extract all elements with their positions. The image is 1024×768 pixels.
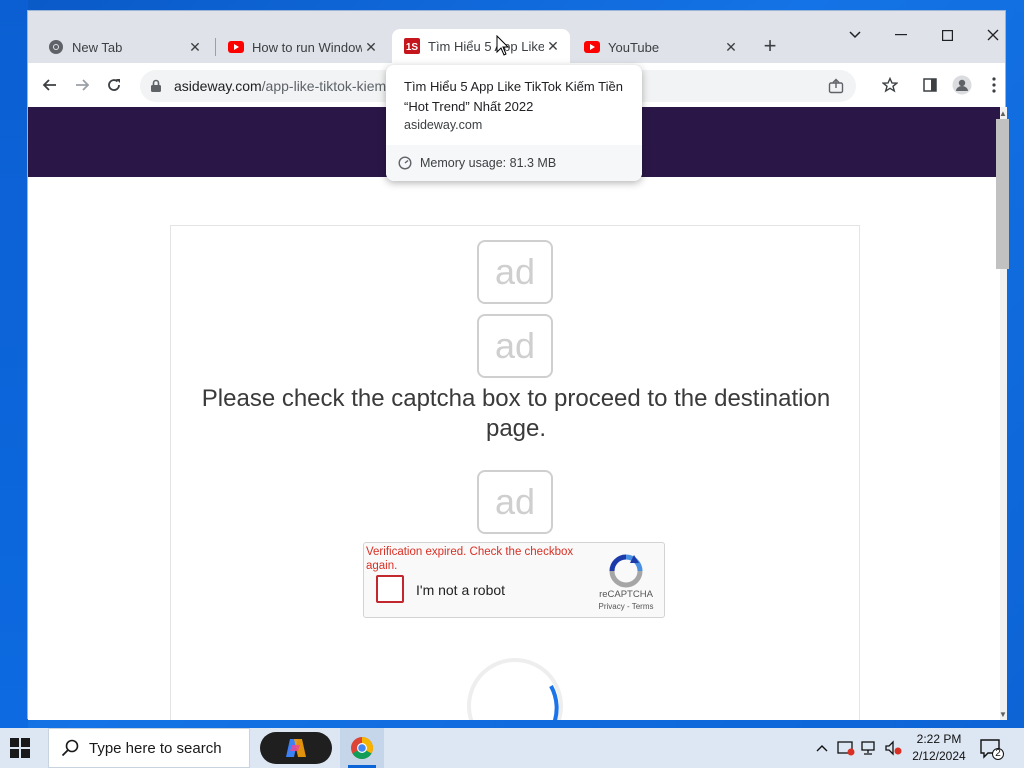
tab-search-button[interactable] bbox=[832, 23, 878, 47]
scroll-up-arrow-icon[interactable]: ▲ bbox=[996, 107, 1010, 119]
url-host: asideway.com bbox=[174, 78, 262, 94]
url-path: /app-like-tiktok-kiem bbox=[261, 78, 387, 94]
recaptcha-widget: Verification expired. Check the checkbox… bbox=[363, 542, 665, 618]
recaptcha-logo-icon bbox=[608, 553, 644, 589]
ad-placeholder[interactable]: ad bbox=[477, 240, 553, 304]
maximize-button[interactable] bbox=[924, 23, 970, 47]
tab-title: YouTube bbox=[608, 39, 660, 55]
scrollbar-thumb[interactable] bbox=[996, 119, 1009, 269]
close-tab-icon[interactable]: ✕ bbox=[362, 38, 380, 56]
tab-title: Tìm Hiểu 5 App Like bbox=[428, 38, 544, 54]
youtube-icon bbox=[228, 39, 244, 55]
new-tab-button[interactable]: + bbox=[758, 33, 782, 58]
tab-title: How to run Windows bbox=[252, 39, 362, 55]
content-card: ad ad Please check the captcha box to pr… bbox=[170, 225, 860, 720]
lock-icon[interactable] bbox=[150, 79, 164, 93]
scroll-down-arrow-icon[interactable]: ▼ bbox=[996, 708, 1010, 720]
volume-muted-icon[interactable] bbox=[884, 738, 904, 758]
close-tab-icon[interactable]: ✕ bbox=[544, 37, 562, 55]
profile-avatar-icon[interactable] bbox=[948, 71, 976, 99]
desktop-edge bbox=[0, 0, 28, 728]
recaptcha-brand: reCAPTCHA bbox=[599, 589, 653, 600]
windows-start-icon[interactable] bbox=[10, 738, 30, 758]
recaptcha-label: I'm not a robot bbox=[416, 582, 506, 598]
recaptcha-privacy-terms-link[interactable]: Privacy - Terms bbox=[586, 602, 666, 611]
tab-how-to-run-windows[interactable]: How to run Windows ✕ bbox=[216, 31, 388, 63]
side-panel-icon[interactable] bbox=[916, 71, 944, 99]
network-icon[interactable] bbox=[860, 738, 880, 758]
windows-taskbar: Type here to search 2:22 PM 2/12/2024 2 bbox=[0, 728, 1024, 768]
tab-title: New Tab bbox=[72, 39, 123, 55]
mouse-cursor-icon bbox=[496, 34, 510, 57]
back-button[interactable] bbox=[36, 71, 64, 99]
notification-center-icon[interactable]: 2 bbox=[980, 738, 1004, 760]
chrome-icon bbox=[48, 39, 64, 55]
tab-youtube[interactable]: YouTube ✕ bbox=[572, 31, 748, 63]
minimize-button[interactable] bbox=[878, 23, 924, 47]
clock-date: 2/12/2024 bbox=[912, 749, 966, 763]
menu-kebab-icon[interactable] bbox=[980, 71, 1008, 99]
close-window-button[interactable] bbox=[970, 23, 1016, 47]
reload-button[interactable] bbox=[100, 71, 128, 99]
vertical-scrollbar[interactable]: ▲ ▼ bbox=[996, 107, 1009, 720]
svg-text:1S: 1S bbox=[406, 42, 419, 53]
recaptcha-error: Verification expired. Check the checkbox… bbox=[366, 546, 574, 572]
tab-new-tab[interactable]: New Tab ✕ bbox=[36, 31, 212, 63]
hovercard-domain: asideway.com bbox=[404, 118, 483, 132]
taskbar-chrome-button[interactable] bbox=[340, 728, 384, 768]
notification-count: 2 bbox=[995, 748, 1001, 759]
page-viewport: ad ad Please check the captcha box to pr… bbox=[28, 107, 1000, 720]
ad-placeholder[interactable]: ad bbox=[477, 470, 553, 534]
close-tab-icon[interactable]: ✕ bbox=[186, 38, 204, 56]
search-icon bbox=[61, 739, 79, 757]
loading-spinner-icon bbox=[465, 656, 565, 720]
close-tab-icon[interactable]: ✕ bbox=[722, 38, 740, 56]
taskbar-clock[interactable]: 2:22 PM 2/12/2024 bbox=[906, 731, 972, 765]
recaptcha-checkbox[interactable] bbox=[376, 575, 404, 603]
site-1s-icon: 1S bbox=[404, 38, 420, 54]
hovercard-footer: Memory usage: 81.3 MB bbox=[386, 145, 642, 181]
chrome-icon bbox=[351, 737, 373, 759]
copilot-button[interactable] bbox=[260, 732, 332, 764]
copilot-icon bbox=[286, 739, 306, 757]
youtube-icon bbox=[584, 39, 600, 55]
clock-time: 2:22 PM bbox=[916, 732, 962, 746]
ad-placeholder[interactable]: ad bbox=[477, 314, 553, 378]
hovercard-title: Tìm Hiểu 5 App Like TikTok Kiếm Tiền “Ho… bbox=[404, 79, 623, 114]
memory-gauge-icon bbox=[398, 156, 412, 170]
captcha-instruction: Please check the captcha box to proceed … bbox=[201, 385, 831, 442]
tab-hover-card: Tìm Hiểu 5 App Like TikTok Kiếm Tiền “Ho… bbox=[386, 65, 642, 181]
chrome-window: New Tab ✕ How to run Windows ✕ 1S Tìm Hi… bbox=[27, 10, 1009, 720]
tab-tim-hieu[interactable]: 1S Tìm Hiểu 5 App Like ✕ bbox=[392, 29, 570, 63]
forward-button[interactable] bbox=[68, 71, 96, 99]
memory-usage: Memory usage: 81.3 MB bbox=[420, 156, 557, 170]
taskbar-search-box[interactable]: Type here to search bbox=[48, 728, 250, 768]
url-text: asideway.com/app-like-tiktok-kiem bbox=[174, 78, 386, 94]
security-tray-icon[interactable] bbox=[836, 738, 856, 758]
bookmark-star-icon[interactable] bbox=[876, 71, 904, 99]
search-placeholder: Type here to search bbox=[89, 739, 222, 757]
share-icon[interactable] bbox=[828, 78, 844, 99]
show-hidden-icons-chevron-icon[interactable] bbox=[812, 738, 832, 758]
